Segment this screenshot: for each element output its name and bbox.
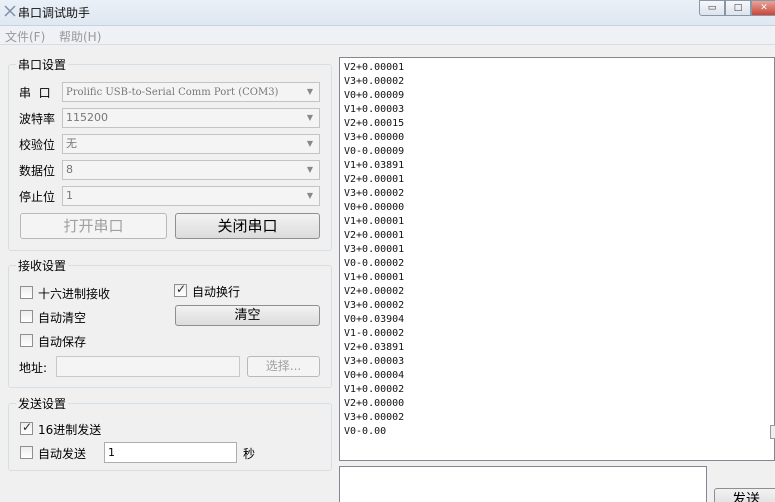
receive-line: V3+0.00003 — [344, 356, 405, 367]
parity-select-value: 无 — [66, 137, 77, 150]
hex-send-label: 16进制发送 — [38, 423, 102, 437]
chevron-down-icon: ▼ — [306, 139, 314, 148]
close-port-button[interactable]: 关闭串口 — [175, 213, 320, 239]
receive-line: V3+0.00002 — [344, 76, 405, 87]
receive-line: V3+0.00002 — [344, 412, 405, 423]
receive-text: V2+0.00001 V3+0.00002 V0+0.00009 V1+0.00003… — [344, 61, 404, 439]
title-bar: 串口调试助手 ▭ □ ✕ — [0, 0, 775, 26]
receive-line: V0+0.00000 — [344, 202, 405, 213]
maximize-button[interactable]: □ — [725, 0, 751, 16]
auto-save-checkbox[interactable] — [20, 334, 33, 347]
auto-clear-label: 自动清空 — [38, 311, 87, 325]
browse-button[interactable]: 选择... — [247, 356, 320, 377]
hex-receive-checkbox[interactable] — [20, 286, 33, 299]
address-label: 地址: — [19, 361, 48, 375]
close-window-button[interactable]: ✕ — [751, 0, 775, 16]
send-interval-input[interactable]: 1 — [104, 442, 237, 463]
serial-settings-title: 串口设置 — [16, 56, 69, 73]
checkmark-icon: ✓ — [176, 282, 187, 296]
auto-send-label: 自动发送 — [38, 447, 87, 461]
menu-bar: 文件(F) 帮助(H) — [0, 26, 775, 45]
receive-line: V3+0.00002 — [344, 300, 405, 311]
receive-line: V0+0.00004 — [344, 370, 405, 381]
baud-select-value: 115200 — [66, 111, 108, 124]
receive-line: V0-0.00002 — [344, 258, 405, 269]
scrollbar-handle[interactable] — [770, 425, 775, 439]
databits-select-value: 8 — [66, 163, 73, 176]
databits-label: 数据位 — [19, 164, 56, 178]
receive-line: V2+0.00015 — [344, 118, 405, 129]
send-button[interactable]: 发送 — [714, 488, 775, 502]
receive-line: V0-0.00 — [344, 426, 387, 437]
receive-line: V2+0.03891 — [344, 342, 405, 353]
open-port-button[interactable]: 打开串口 — [20, 213, 167, 239]
parity-select[interactable]: 无 ▼ — [62, 134, 320, 154]
parity-label: 校验位 — [19, 138, 56, 152]
receive-line: V2+0.00001 — [344, 174, 405, 185]
receive-line: V1-0.00002 — [344, 328, 405, 339]
receive-line: V1+0.00003 — [344, 104, 405, 115]
port-label: 串 口 — [19, 86, 51, 100]
menu-help[interactable]: 帮助(H) — [59, 28, 101, 45]
receive-line: V2+0.00001 — [344, 62, 405, 73]
stopbits-select-value: 1 — [66, 189, 73, 202]
address-input[interactable] — [56, 356, 240, 377]
port-select-value: Prolific USB-to-Serial Comm Port (COM3) — [66, 87, 279, 98]
receive-line: V0-0.00009 — [344, 146, 405, 157]
receive-settings-title: 接收设置 — [16, 257, 69, 274]
hex-receive-label: 十六进制接收 — [38, 287, 111, 301]
baud-label: 波特率 — [19, 112, 56, 126]
stopbits-label: 停止位 — [19, 190, 56, 204]
chevron-down-icon: ▼ — [306, 191, 314, 200]
receive-line: V3+0.00001 — [344, 244, 405, 255]
databits-select[interactable]: 8 ▼ — [62, 160, 320, 180]
auto-wrap-checkbox[interactable]: ✓ — [174, 282, 187, 297]
receive-line: V1+0.00001 — [344, 216, 405, 227]
send-settings-title: 发送设置 — [16, 395, 69, 412]
chevron-down-icon: ▼ — [306, 113, 314, 122]
receive-line: V0+0.00009 — [344, 90, 405, 101]
receive-line: V0+0.03904 — [344, 314, 405, 325]
receive-line: V3+0.00002 — [344, 188, 405, 199]
chevron-down-icon: ▼ — [306, 87, 314, 96]
receive-line: V3+0.00000 — [344, 132, 405, 143]
hex-send-checkbox[interactable]: ✓ — [20, 420, 33, 435]
receive-line: V2+0.00002 — [344, 286, 405, 297]
menu-file[interactable]: 文件(F) — [5, 28, 45, 45]
receive-textarea[interactable]: V2+0.00001 V3+0.00002 V0+0.00009 V1+0.00003… — [339, 57, 775, 461]
auto-send-checkbox[interactable] — [20, 446, 33, 459]
port-select[interactable]: Prolific USB-to-Serial Comm Port (COM3) … — [62, 82, 320, 102]
send-textarea[interactable] — [339, 466, 707, 502]
auto-save-label: 自动保存 — [38, 335, 87, 349]
chevron-down-icon: ▼ — [306, 165, 314, 174]
minimize-button[interactable]: ▭ — [699, 0, 725, 16]
interval-unit-label: 秒 — [243, 447, 256, 461]
app-icon — [4, 5, 16, 17]
receive-line: V2+0.00001 — [344, 230, 405, 241]
baud-select[interactable]: 115200 ▼ — [62, 108, 320, 128]
auto-wrap-label: 自动换行 — [192, 285, 241, 299]
clear-button[interactable]: 清空 — [175, 305, 320, 326]
checkmark-icon: ✓ — [22, 420, 33, 434]
receive-line: V2+0.00000 — [344, 398, 405, 409]
stopbits-select[interactable]: 1 ▼ — [62, 186, 320, 206]
window-title: 串口调试助手 — [18, 6, 91, 20]
receive-line: V1+0.03891 — [344, 160, 405, 171]
receive-line: V1+0.00002 — [344, 384, 405, 395]
auto-clear-checkbox[interactable] — [20, 310, 33, 323]
receive-line: V1+0.00001 — [344, 272, 405, 283]
